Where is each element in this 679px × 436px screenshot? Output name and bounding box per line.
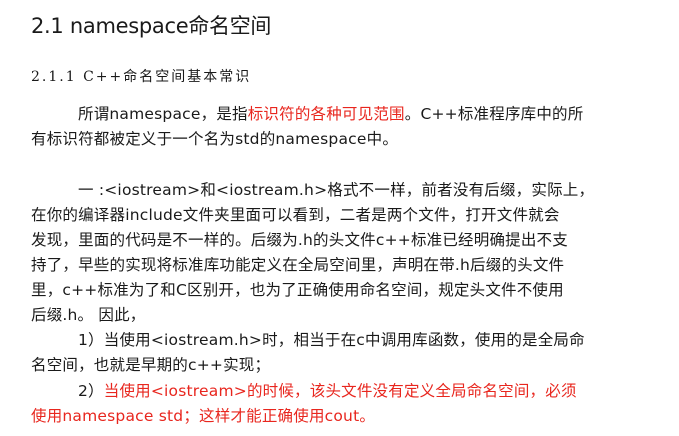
paragraph-1-line-1: 所谓namespace，是指标识符的各种可见范围。C++标准程序库中的所 bbox=[78, 102, 583, 124]
text-span: 所谓namespace，是指 bbox=[78, 105, 248, 123]
document-page: { "section_title": "2.1 namespace命名空间", … bbox=[0, 0, 679, 436]
list-item-2-line-1: 2）当使用<iostream>的时候，该头文件没有定义全局命名空间，必须 bbox=[78, 379, 577, 401]
paragraph-2-line-2: 在你的编译器include文件夹里面可以看到，二者是两个文件，打开文件就会 bbox=[31, 206, 560, 224]
highlighted-text: 标识符的各种可见范围 bbox=[247, 105, 405, 123]
text-span: 。C++标准程序库中的所 bbox=[404, 105, 584, 123]
list-item-1-line-1: 1）当使用<iostream.h>时，相当于在c中调用库函数，使用的是全局命 bbox=[78, 331, 585, 349]
list-number: 2） bbox=[78, 382, 104, 400]
paragraph-2-line-6: 后缀.h。 因此， bbox=[31, 306, 146, 324]
section-title: 2.1 namespace命名空间 bbox=[31, 14, 272, 38]
list-item-1-line-2: 名空间，也就是早期的c++实现； bbox=[31, 356, 271, 374]
highlighted-text: 当使用<iostream>的时候，该头文件没有定义全局命名空间，必须 bbox=[103, 382, 577, 400]
paragraph-2-line-1: 一 :<iostream>和<iostream.h>格式不一样，前者没有后缀，实… bbox=[78, 181, 595, 199]
paragraph-2-line-3: 发现，里面的代码是不一样的。后缀为.h的头文件c++标准已经明确提出不支 bbox=[31, 231, 568, 249]
paragraph-1-line-2: 有标识符都被定义于一个名为std的namespace中。 bbox=[31, 130, 399, 148]
list-item-2-line-2: 使用namespace std；这样才能正确使用cout。 bbox=[31, 407, 376, 425]
subsection-title: 2.1.1 C++命名空间基本常识 bbox=[31, 69, 252, 85]
paragraph-2-line-4: 持了，早些的实现将标准库功能定义在全局空间里，声明在带.h后缀的头文件 bbox=[31, 256, 565, 274]
paragraph-2-line-5: 里，c++标准为了和C区别开，也为了正确使用命名空间，规定头文件不使用 bbox=[31, 281, 564, 299]
